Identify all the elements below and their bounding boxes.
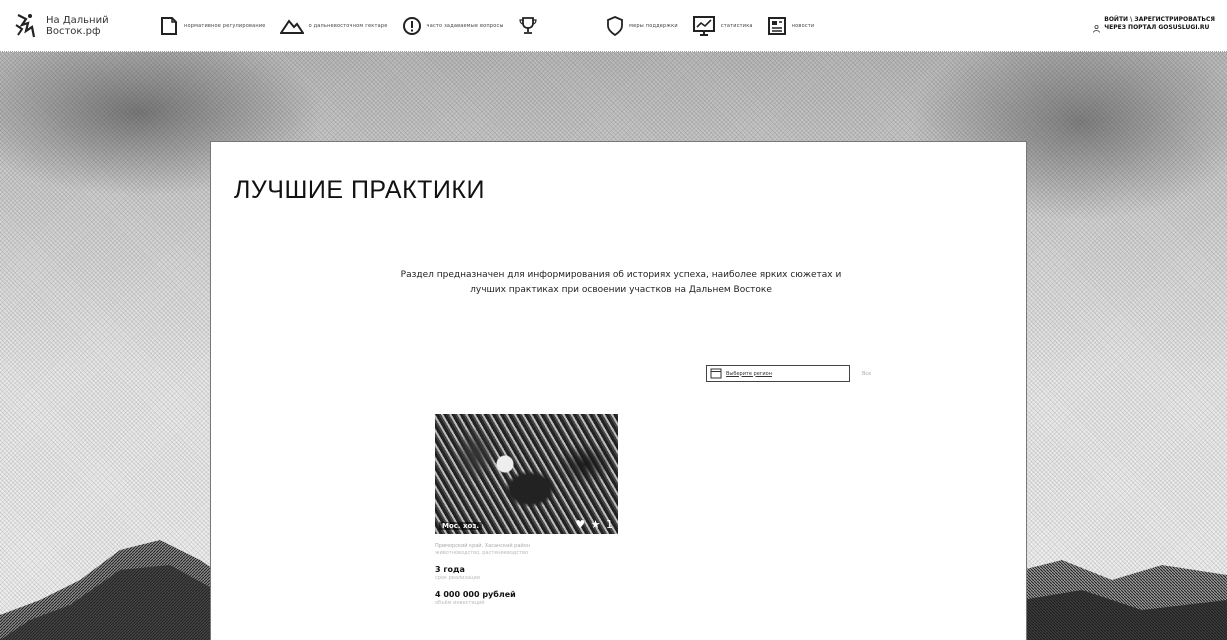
main-nav: нормативное регулирование о дальневосточ… <box>159 15 828 37</box>
intro-line-2: лучших практиках при освоении участков н… <box>470 285 772 295</box>
nav-item-news[interactable]: новости <box>767 16 815 36</box>
mountain-right-image <box>1022 560 1227 640</box>
filter-extra-link[interactable]: Все <box>862 371 871 377</box>
practice-term-value: 3 года <box>435 565 465 574</box>
news-icon <box>767 16 787 36</box>
chart-icon <box>692 15 716 37</box>
mountain-left-image <box>0 540 215 640</box>
practice-location: Приморский край, Хасанский район <box>435 543 530 549</box>
calendar-icon <box>710 368 722 379</box>
nav-item-regulation[interactable]: нормативное регулирование <box>159 16 266 36</box>
user-icon <box>1093 18 1101 37</box>
practice-activity: животноводство, растениеводство <box>435 550 529 556</box>
logo-line-2: Восток.рф <box>46 25 101 37</box>
auth-line-2: ЧЕРЕЗ ПОРТАЛ GOSUSLUGI.RU <box>1104 24 1210 31</box>
nav-label: нормативное регулирование <box>184 22 266 29</box>
nav-item-best-practices[interactable]: лучшие практики <box>518 16 593 36</box>
practice-card[interactable]: Мос. хоз. ♥ ★ 1 Приморский край, Хасанск… <box>435 414 618 607</box>
content-card: ЛУЧШИЕ ПРАКТИКИ Раздел предназначен для … <box>210 141 1027 640</box>
logo-line-1: На Дальний <box>46 14 109 26</box>
site-logo[interactable]: На Дальний Восток.рф <box>14 11 159 41</box>
photo-badge: Мос. хоз. <box>439 522 483 530</box>
practice-investment-value: 4 000 000 рублей <box>435 590 516 599</box>
photo-rating: ♥ ★ 1 <box>575 518 614 531</box>
mountain-icon <box>279 17 304 35</box>
logo-emblem-icon <box>15 13 36 37</box>
nav-label: меры поддержки <box>629 22 678 29</box>
info-icon <box>402 16 422 36</box>
practice-term-caption: срок реализации <box>435 575 480 581</box>
trophy-icon <box>518 16 538 36</box>
nav-item-hectare[interactable]: о дальневосточном гектаре <box>279 17 388 35</box>
login-link[interactable]: ВОЙТИ \ ЗАРЕГИСТРИРОВАТЬСЯ ЧЕРЕЗ ПОРТАЛ … <box>1093 16 1215 37</box>
nav-label: новости <box>791 22 815 29</box>
region-select-label: Выберите регион <box>726 370 772 377</box>
intro-text: Раздел предназначен для информирования о… <box>311 268 931 298</box>
auth-line-1: ВОЙТИ \ ЗАРЕГИСТРИРОВАТЬСЯ <box>1104 16 1215 23</box>
nav-item-support[interactable]: меры поддержки <box>606 15 678 36</box>
document-icon <box>159 16 179 36</box>
nav-item-faq[interactable]: часто задаваемые вопросы <box>402 16 504 36</box>
shield-icon <box>606 15 624 36</box>
intro-line-1: Раздел предназначен для информирования о… <box>400 270 842 280</box>
page-title: ЛУЧШИЕ ПРАКТИКИ <box>234 176 485 204</box>
nav-label: часто задаваемые вопросы <box>426 22 504 29</box>
nav-item-statistics[interactable]: статистика <box>692 15 753 37</box>
top-header: На Дальний Восток.рф нормативное регулир… <box>0 0 1227 52</box>
nav-label: статистика <box>720 22 753 29</box>
nav-label: лучшие практики <box>542 22 593 29</box>
nav-label: о дальневосточном гектаре <box>308 22 388 29</box>
region-select[interactable]: Выберите регион <box>706 365 850 382</box>
practice-investment-caption: объём инвестиций <box>435 600 485 606</box>
practice-photo: Мос. хоз. ♥ ★ 1 <box>435 414 618 534</box>
filter-row: Выберите регион Все <box>706 365 871 382</box>
